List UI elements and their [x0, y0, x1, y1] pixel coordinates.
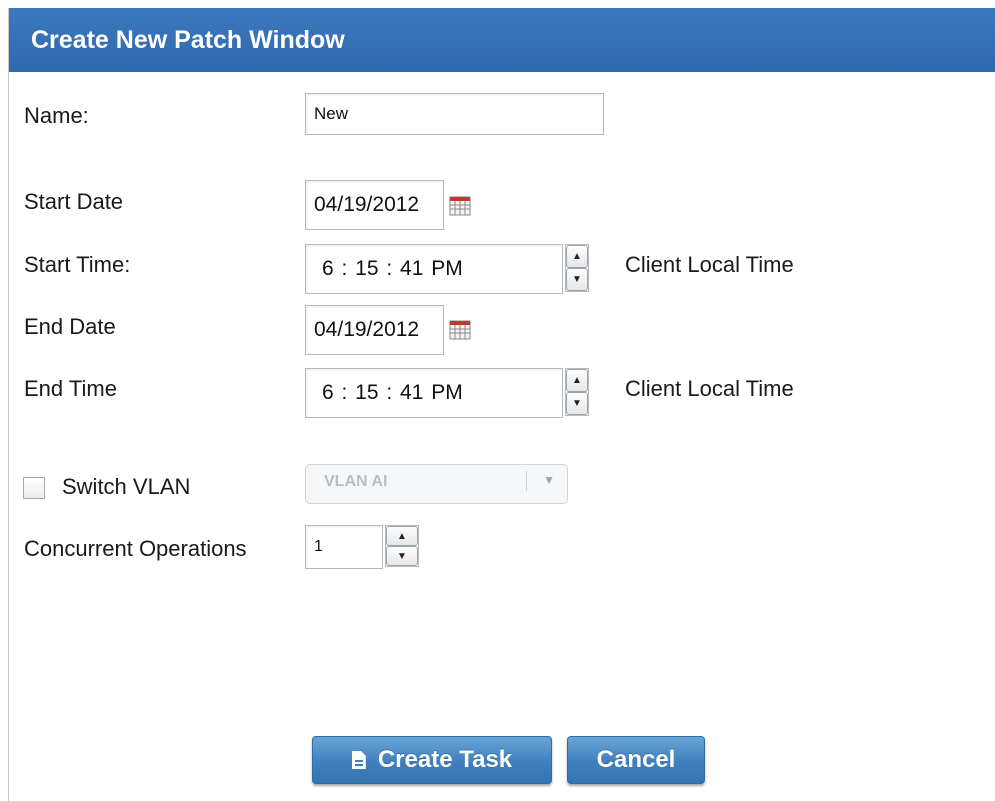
start-date-input[interactable]: 04/19/2012 [305, 180, 444, 230]
patch-window-dialog: Create New Patch Window Name: New Start … [8, 8, 995, 801]
end-date-input[interactable]: 04/19/2012 [305, 305, 444, 355]
combo-divider [526, 471, 527, 491]
chevron-down-icon[interactable]: ▼ [543, 473, 555, 487]
end-time-label: End Time [24, 376, 117, 401]
start-time-label: Start Time: [24, 252, 131, 277]
start-time-input[interactable]: 6 : 15 : 41 PM [305, 244, 563, 294]
dialog-title: Create New Patch Window [9, 8, 995, 72]
calendar-icon[interactable] [449, 196, 471, 216]
document-icon [351, 751, 366, 769]
spinner-up-icon[interactable]: ▲ [566, 369, 588, 392]
name-input[interactable]: New [305, 93, 604, 135]
start-date-label: Start Date [24, 189, 124, 214]
end-time-input[interactable]: 6 : 15 : 41 PM [305, 368, 563, 418]
create-task-label: Create Task [377, 746, 513, 773]
concurrent-operations-label: Concurrent Operations [24, 536, 247, 561]
start-time-spinner[interactable]: ▲ ▼ [565, 244, 589, 292]
name-label: Name: [24, 103, 89, 128]
end-date-label: End Date [24, 314, 116, 339]
calendar-icon[interactable] [449, 320, 471, 340]
concurrent-operations-spinner[interactable]: ▲ ▼ [385, 525, 419, 567]
end-time-zone-label: Client Local Time [625, 376, 794, 401]
concurrent-operations-input[interactable]: 1 [305, 525, 383, 569]
spinner-down-icon[interactable]: ▼ [566, 392, 588, 415]
start-time-zone-label: Client Local Time [625, 252, 794, 277]
spinner-up-icon[interactable]: ▲ [386, 526, 418, 546]
spinner-up-icon[interactable]: ▲ [566, 245, 588, 268]
switch-vlan-label: Switch VLAN [62, 474, 191, 499]
vlan-select-value: VLAN AI [324, 473, 388, 490]
switch-vlan-checkbox[interactable] [23, 477, 45, 499]
vlan-select[interactable]: VLAN AI ▼ [305, 464, 568, 504]
spinner-down-icon[interactable]: ▼ [386, 546, 418, 566]
spinner-down-icon[interactable]: ▼ [566, 268, 588, 291]
cancel-button[interactable]: Cancel [567, 736, 705, 784]
create-task-button[interactable]: Create Task [312, 736, 552, 784]
cancel-label: Cancel [596, 746, 676, 773]
end-time-spinner[interactable]: ▲ ▼ [565, 368, 589, 416]
